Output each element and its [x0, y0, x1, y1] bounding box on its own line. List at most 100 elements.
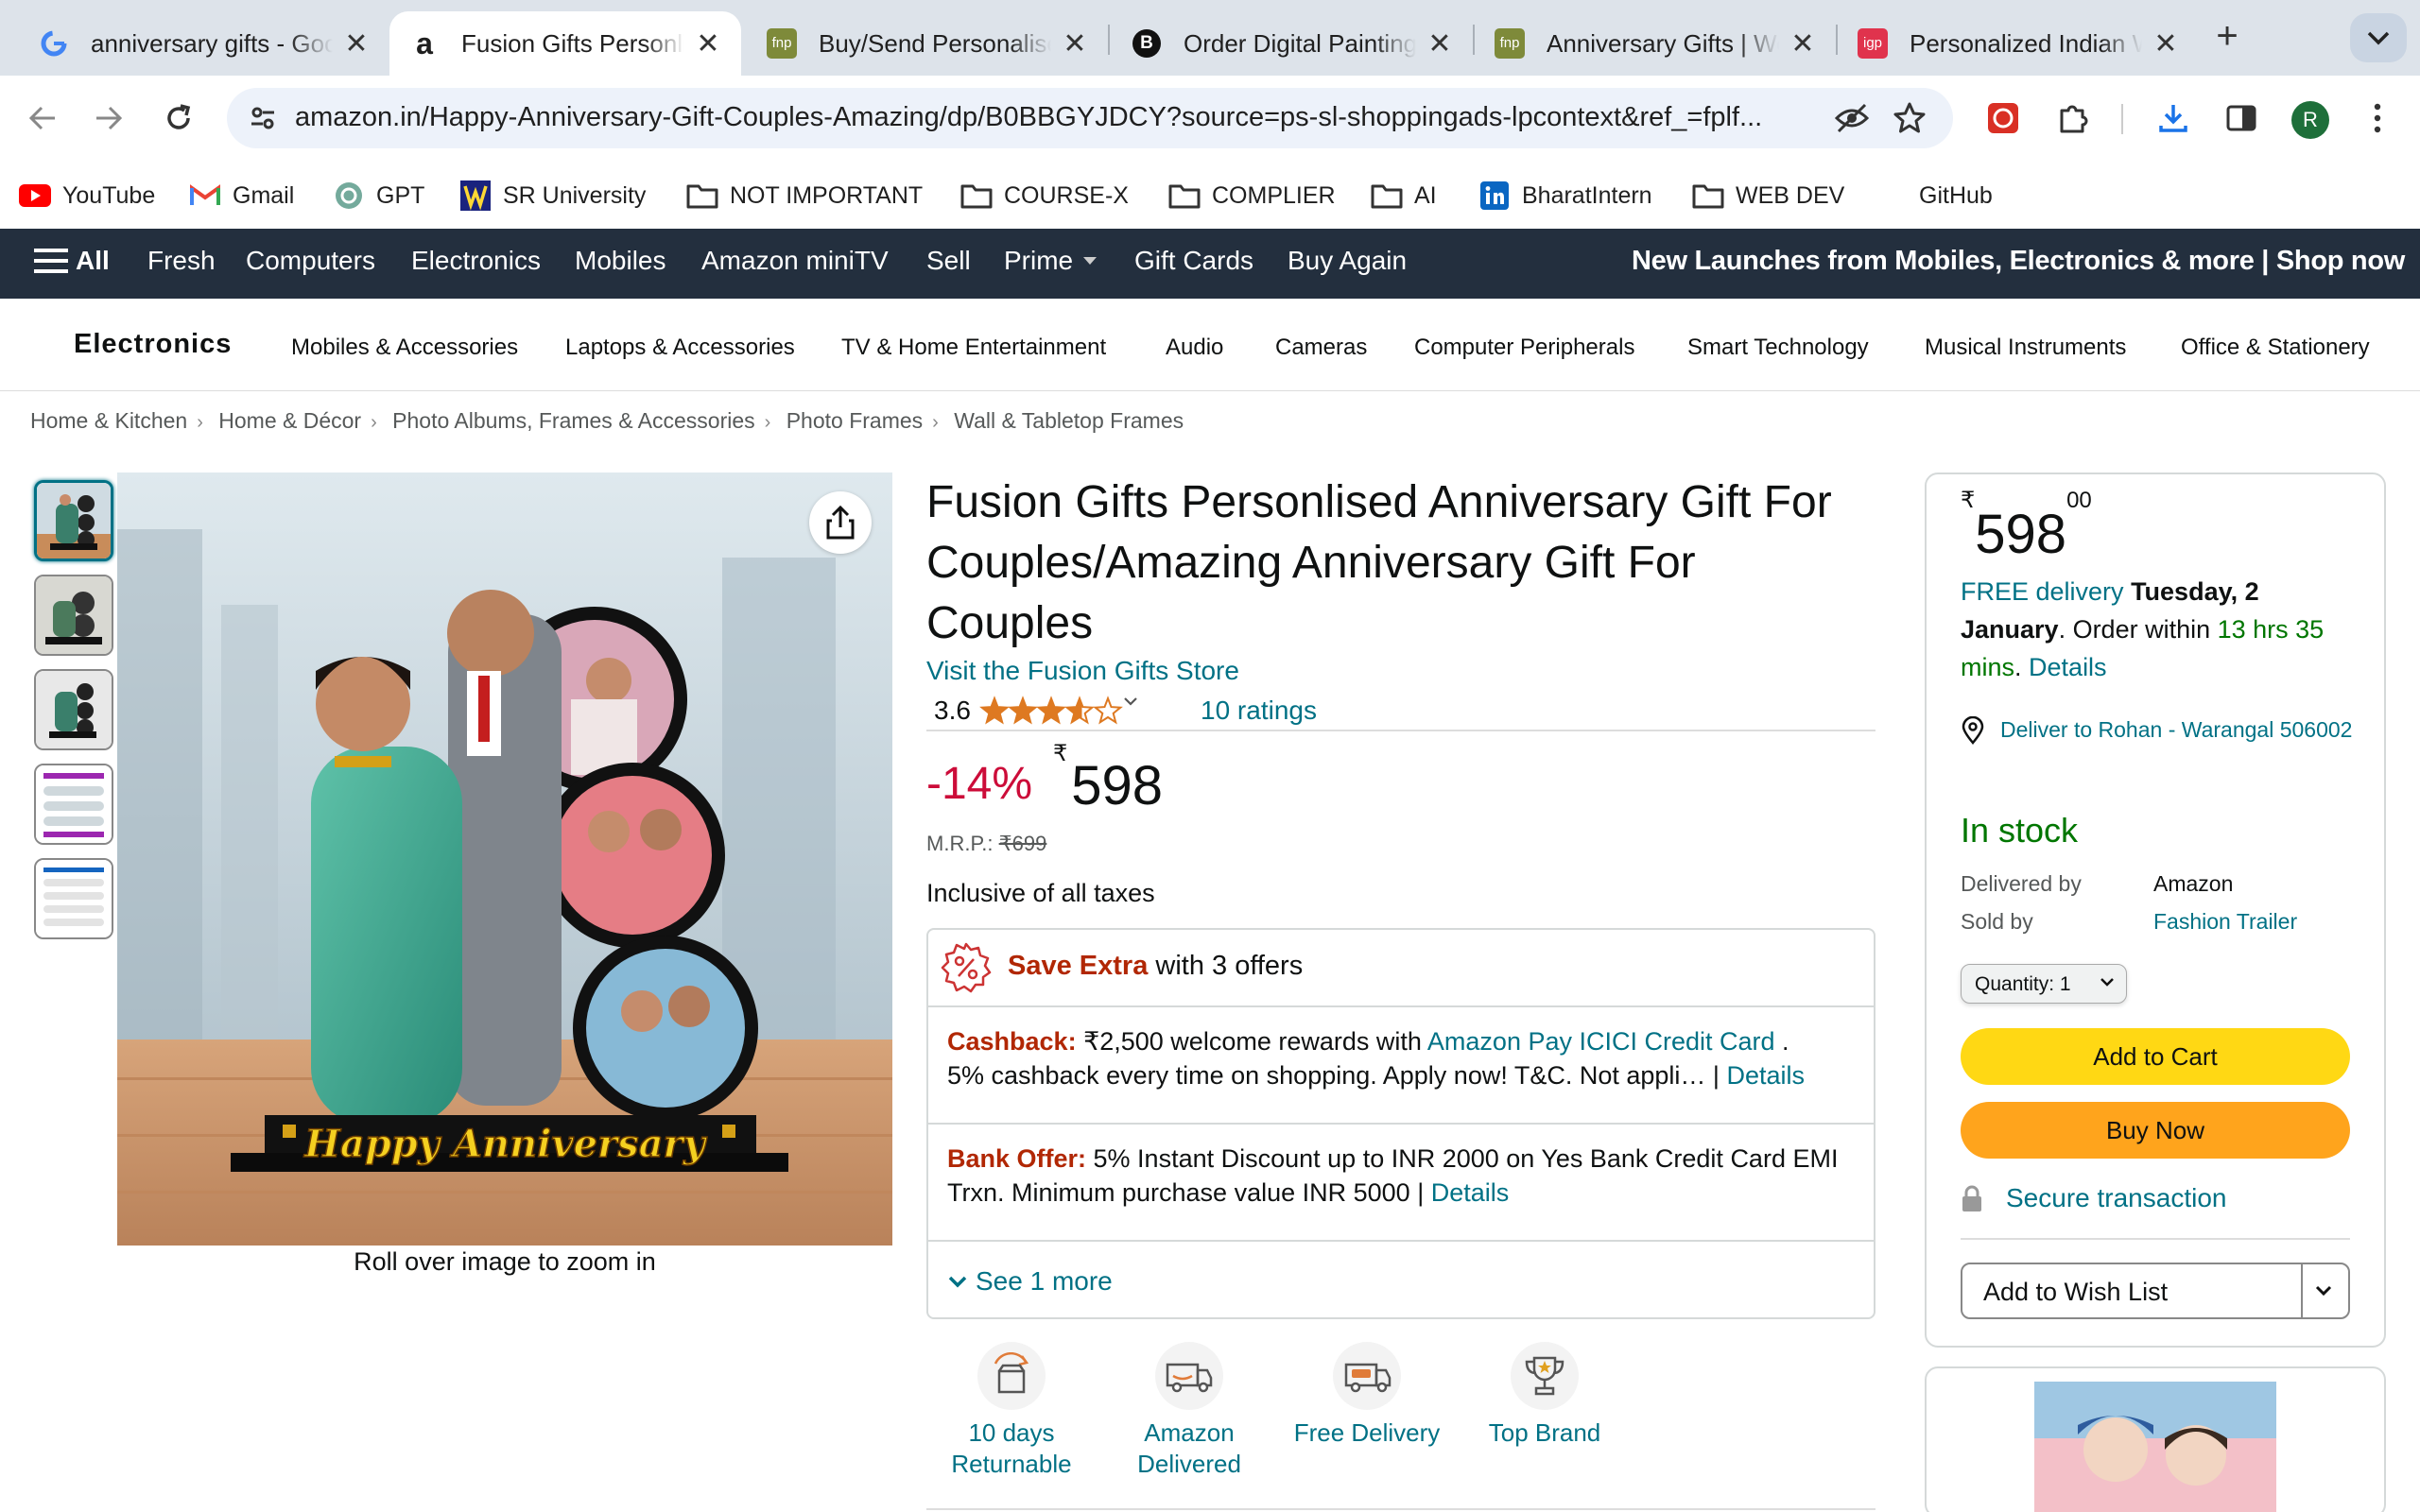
product-thumbnail[interactable]: [34, 480, 113, 561]
subnav-item[interactable]: Office & Stationery: [2181, 335, 2370, 361]
subnav-item[interactable]: Mobiles & Accessories: [291, 335, 518, 361]
bookmark-sr-university[interactable]: SR University: [459, 180, 646, 212]
close-icon[interactable]: ✕: [342, 27, 371, 60]
quantity-select[interactable]: Quantity: 1: [1961, 964, 2127, 1004]
puzzle-icon[interactable]: [2051, 96, 2095, 140]
nav-fresh[interactable]: Fresh: [147, 246, 216, 276]
breadcrumb-link[interactable]: Home & Décor: [218, 408, 361, 433]
ad-image: [2034, 1382, 2276, 1512]
subnav-item[interactable]: Musical Instruments: [1925, 335, 2126, 361]
bookmark-folder-ai[interactable]: AI: [1371, 180, 1437, 212]
site-info-icon[interactable]: [248, 103, 278, 133]
category-subnav: Electronics Mobiles & Accessories Laptop…: [0, 299, 2420, 391]
secure-transaction-link[interactable]: Secure transaction: [1961, 1183, 2226, 1213]
subnav-brand[interactable]: Electronics: [74, 329, 232, 360]
breadcrumb-link[interactable]: Photo Albums, Frames & Accessories: [392, 408, 755, 433]
browser-tab-painting[interactable]: B Order Digital Painting Online ✕: [1112, 11, 1473, 76]
delivery-details-link[interactable]: Details: [2029, 653, 2107, 681]
subnav-item[interactable]: Cameras: [1275, 335, 1367, 361]
nav-mobiles[interactable]: Mobiles: [575, 246, 666, 276]
product-main-image[interactable]: Happy Anniversary: [117, 472, 892, 1246]
breadcrumb-link[interactable]: Photo Frames: [786, 408, 923, 433]
deliver-to-location[interactable]: Deliver to Rohan - Warangal 506002: [1961, 713, 2358, 747]
close-icon[interactable]: ✕: [2152, 27, 2180, 60]
subnav-item[interactable]: Audio: [1166, 335, 1223, 361]
linkedin-icon: [1478, 180, 1511, 212]
bookmark-github[interactable]: GitHub: [1919, 180, 1993, 212]
bank-details-link[interactable]: Details: [1431, 1178, 1510, 1207]
ratings-count-link[interactable]: 10 ratings: [1201, 696, 1317, 726]
nav-computers[interactable]: Computers: [246, 246, 375, 276]
browser-tab-google[interactable]: anniversary gifts - Google Search ✕: [19, 11, 389, 76]
image-banner-text: Happy Anniversary: [303, 1122, 707, 1166]
browser-tab-amazon[interactable]: a Fusion Gifts Personlised Anniversary G…: [389, 11, 741, 76]
bookmark-star-icon[interactable]: [1893, 101, 1927, 135]
nav-buy-again[interactable]: Buy Again: [1288, 246, 1407, 276]
bookmark-gmail[interactable]: Gmail: [189, 180, 294, 212]
extension-icon[interactable]: [1981, 96, 2025, 140]
subnav-item[interactable]: Computer Peripherals: [1414, 335, 1634, 361]
cashback-details-link[interactable]: Details: [1726, 1061, 1805, 1090]
reload-button[interactable]: [157, 96, 200, 140]
bookmark-folder-complier[interactable]: COMPLIER: [1168, 180, 1336, 212]
add-to-cart-button[interactable]: Add to Cart: [1961, 1028, 2350, 1085]
address-bar[interactable]: amazon.in/Happy-Anniversary-Gift-Couples…: [227, 88, 1953, 148]
side-panel-icon[interactable]: [2220, 96, 2263, 140]
close-icon[interactable]: ✕: [1061, 27, 1089, 60]
more-menu-icon[interactable]: [2356, 96, 2399, 140]
download-icon[interactable]: [2152, 96, 2195, 140]
store-link[interactable]: Visit the Fusion Gifts Store: [926, 656, 1239, 686]
seller-link[interactable]: Fashion Trailer: [2153, 909, 2297, 935]
offer-bank[interactable]: Bank Offer: 5% Instant Discount up to IN…: [928, 1125, 1874, 1242]
forward-button[interactable]: [87, 96, 130, 140]
close-icon[interactable]: ✕: [1426, 27, 1454, 60]
browser-tab-igp[interactable]: igp Personalized Indian Wedding Gifts ✕: [1838, 11, 2199, 76]
icici-card-link[interactable]: Amazon Pay ICICI Credit Card: [1427, 1027, 1775, 1056]
profile-avatar[interactable]: R: [2291, 101, 2329, 139]
product-thumbnail[interactable]: [34, 575, 113, 656]
browser-tab-fnp[interactable]: fnp Buy/Send Personalised Gifts Online ✕: [747, 11, 1108, 76]
browser-tab-fnp-anniversary[interactable]: fnp Anniversary Gifts | Wedding Annivers…: [1475, 11, 1836, 76]
product-thumbnail[interactable]: [34, 858, 113, 939]
rating-dropdown-chevron-icon[interactable]: [1123, 696, 1138, 707]
share-button[interactable]: [809, 491, 872, 554]
nav-amazon-minitv[interactable]: Amazon miniTV: [701, 246, 889, 276]
subnav-item[interactable]: Laptops & Accessories: [565, 335, 795, 361]
close-icon[interactable]: ✕: [694, 27, 722, 60]
chevron-down-icon[interactable]: [2312, 1280, 2335, 1302]
subnav-item[interactable]: TV & Home Entertainment: [841, 335, 1106, 361]
rating-stars[interactable]: [979, 696, 1131, 728]
bookmark-youtube[interactable]: YouTube: [19, 180, 155, 212]
offer-cashback[interactable]: Cashback: ₹2,500 welcome rewards with Am…: [928, 1007, 1874, 1125]
free-delivery-link[interactable]: FREE delivery: [1961, 577, 2124, 606]
badge-free-delivery[interactable]: Free Delivery: [1282, 1342, 1452, 1449]
product-thumbnail[interactable]: [34, 669, 113, 750]
buy-now-button[interactable]: Buy Now: [1961, 1102, 2350, 1159]
subnav-item[interactable]: Smart Technology: [1687, 335, 1869, 361]
nav-gift-cards[interactable]: Gift Cards: [1134, 246, 1253, 276]
add-to-wishlist-button[interactable]: Add to Wish List: [1961, 1263, 2350, 1319]
bookmark-folder-web-dev[interactable]: WEB DEV: [1692, 180, 1844, 212]
breadcrumb-link[interactable]: Wall & Tabletop Frames: [954, 408, 1184, 433]
product-thumbnail[interactable]: [34, 764, 113, 845]
all-menu-button[interactable]: All: [34, 246, 110, 276]
new-tab-button[interactable]: +: [2210, 15, 2244, 60]
close-icon[interactable]: ✕: [1789, 27, 1817, 60]
see-more-offers-link[interactable]: See 1 more: [947, 1266, 1113, 1297]
bookmark-gpt[interactable]: GPT: [333, 180, 424, 212]
badge-amazon-delivered[interactable]: Amazon Delivered: [1104, 1342, 1274, 1480]
nav-promo-banner[interactable]: New Launches from Mobiles, Electronics &…: [1632, 246, 2405, 277]
nav-electronics[interactable]: Electronics: [411, 246, 541, 276]
sponsored-ad-box[interactable]: [1925, 1366, 2386, 1512]
badge-top-brand[interactable]: Top Brand: [1460, 1342, 1630, 1449]
nav-sell[interactable]: Sell: [926, 246, 971, 276]
breadcrumb-link[interactable]: Home & Kitchen: [30, 408, 187, 433]
nav-prime[interactable]: Prime: [1004, 246, 1098, 276]
bookmark-folder-course-x[interactable]: COURSE-X: [960, 180, 1129, 212]
tab-search-button[interactable]: [2350, 13, 2407, 62]
bookmark-bharatintern[interactable]: BharatIntern: [1478, 180, 1652, 212]
bookmark-folder-not-important[interactable]: NOT IMPORTANT: [686, 180, 923, 212]
back-button[interactable]: [21, 96, 64, 140]
badge-returnable[interactable]: 10 days Returnable: [926, 1342, 1097, 1480]
eye-off-icon[interactable]: [1834, 101, 1870, 135]
